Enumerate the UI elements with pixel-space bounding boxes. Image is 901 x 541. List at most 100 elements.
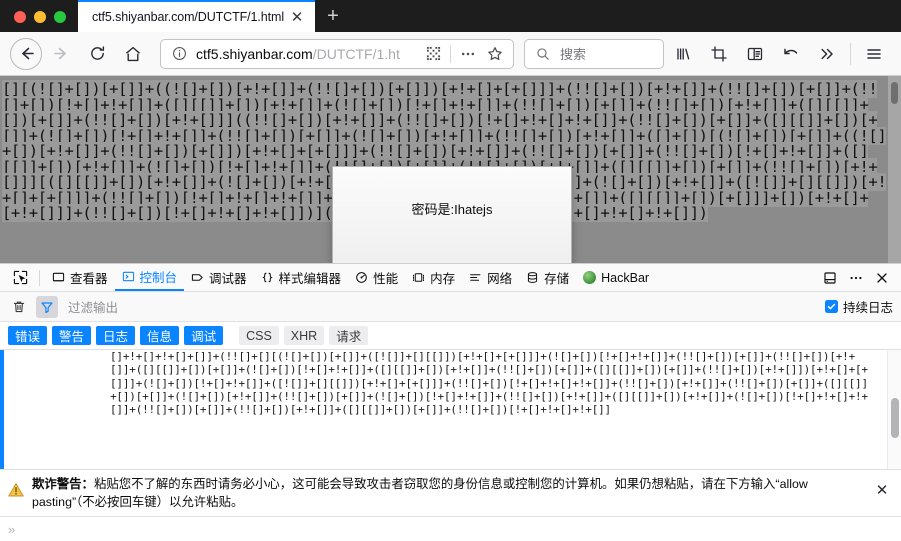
console-scrollbar[interactable] — [887, 350, 901, 469]
devtools-tab-inspector[interactable]: 查看器 — [45, 264, 115, 291]
tab-strip: ctf5.shiyanbar.com/DUTCTF/1.html ✕ + — [0, 0, 901, 32]
page-viewport: [][(![]+[])[+[]]+((![]+[])[+!+[]]+(!![]+… — [0, 76, 901, 263]
paste-warning-body: 粘贴您不了解的东西时请务必小心，这可能会导致攻击者窃取您的身份信息或控制您的计算… — [32, 477, 808, 509]
level-filter-xhr[interactable]: XHR — [283, 326, 325, 345]
overflow-chevron-double-right-icon[interactable] — [810, 37, 844, 71]
filter-icon[interactable] — [36, 295, 58, 318]
bookmark-star-icon[interactable] — [485, 44, 505, 64]
level-filter-log[interactable]: 日志 — [96, 326, 136, 345]
window-controls — [0, 11, 78, 32]
devtools-tab-performance[interactable]: 性能 — [348, 264, 405, 291]
page-actions-ellipsis-icon[interactable] — [458, 44, 478, 64]
level-filter-requests[interactable]: 请求 — [329, 326, 369, 345]
console-scrollbar-thumb[interactable] — [891, 398, 899, 438]
page-scrollbar-thumb[interactable] — [891, 82, 898, 104]
hackbar-icon — [583, 271, 597, 284]
devtools-tab-network[interactable]: 网络 — [462, 264, 519, 291]
paste-warning-prefix: 欺诈警告： — [32, 477, 94, 491]
console-filter-input[interactable]: 过滤输出 — [64, 297, 819, 316]
console-output: []+!+[]+!+[]+[]]+(!![]+[][(![]+[])[+[]]+… — [0, 350, 901, 470]
browser-tab-active[interactable]: ctf5.shiyanbar.com/DUTCTF/1.html ✕ — [78, 0, 315, 32]
console-log-message: []+!+[]+!+[]+[]]+(!![]+[][(![]+[])[+[]]+… — [110, 350, 868, 417]
persist-logs-checkbox[interactable] — [824, 300, 838, 313]
library-icon[interactable] — [666, 37, 700, 71]
url-path: /DUTCTF/1.ht — [312, 45, 400, 62]
devtools-tab-label: 存储 — [544, 272, 570, 286]
memory-icon — [412, 271, 425, 284]
urlbar-separator — [450, 44, 451, 63]
search-bar[interactable]: 搜索 — [524, 38, 664, 69]
search-icon — [533, 44, 553, 64]
qr-code-icon[interactable] — [423, 44, 443, 64]
browser-window: ctf5.shiyanbar.com/DUTCTF/1.html ✕ + ctf… — [0, 0, 901, 541]
devtools-tab-label: 内存 — [430, 272, 456, 286]
console-input-row[interactable]: » — [0, 517, 901, 541]
console-prompt-chevron-icon: » — [8, 521, 15, 537]
minimize-window-button[interactable] — [34, 11, 46, 23]
devtools-tab-hackbar[interactable]: HackBar — [576, 264, 656, 291]
devtools-tab-label: 控制台 — [139, 271, 178, 285]
warning-triangle-icon — [8, 475, 24, 501]
console-filter-bar: 过滤输出 持续日志 — [0, 292, 901, 322]
persist-logs-toggle[interactable]: 持续日志 — [824, 297, 893, 316]
hamburger-menu-icon[interactable] — [857, 37, 891, 71]
level-filter-debug[interactable]: 调试 — [184, 326, 224, 345]
maximize-window-button[interactable] — [54, 11, 66, 23]
paste-warning-close-icon[interactable]: ✕ — [871, 475, 893, 499]
devtools-ellipsis-icon[interactable] — [843, 265, 869, 291]
screenshot-crop-icon[interactable] — [702, 37, 736, 71]
reader-sidebar-icon[interactable] — [738, 37, 772, 71]
network-icon — [469, 271, 482, 284]
paste-warning-text: 欺诈警告：粘贴您不了解的东西时请务必小心，这可能会导致攻击者窃取您的身份信息或控… — [32, 475, 863, 511]
devtools-tab-label: 查看器 — [70, 272, 108, 286]
level-filter-warning[interactable]: 警告 — [52, 326, 92, 345]
devtools-panel: 查看器 控制台 调试器 样式编辑器 性能 内存 网络 存储 HackBar 过滤… — [0, 263, 901, 541]
devtools-tab-console[interactable]: 控制台 — [114, 264, 185, 291]
reload-button[interactable] — [80, 37, 114, 71]
devtools-tab-label: 性能 — [373, 272, 399, 286]
devtools-tab-bar: 查看器 控制台 调试器 样式编辑器 性能 内存 网络 存储 HackBar — [0, 264, 901, 292]
devtools-tab-label: 网络 — [487, 272, 513, 286]
close-window-button[interactable] — [14, 11, 26, 23]
performance-icon — [355, 271, 368, 284]
inspector-icon — [52, 271, 65, 284]
devtools-tab-memory[interactable]: 内存 — [405, 264, 462, 291]
tab-close-icon[interactable]: ✕ — [287, 7, 307, 27]
javascript-alert-dialog: 密码是:Ihatejs 确定 — [332, 166, 572, 263]
devtools-tab-storage[interactable]: 存储 — [519, 264, 576, 291]
element-picker-icon[interactable] — [6, 265, 34, 291]
page-scrollbar[interactable] — [888, 76, 901, 263]
home-button[interactable] — [116, 37, 150, 71]
devtools-tab-separator — [39, 269, 40, 286]
console-level-filters: 错误 警告 日志 信息 调试 CSS XHR 请求 — [0, 322, 901, 350]
new-tab-button[interactable]: + — [315, 0, 351, 32]
console-icon — [122, 270, 135, 283]
site-identity-info-icon[interactable] — [169, 44, 189, 64]
level-filter-css[interactable]: CSS — [239, 326, 279, 345]
debugger-icon — [191, 271, 204, 284]
trash-icon[interactable] — [8, 296, 30, 318]
storage-icon — [526, 271, 539, 284]
forward-button[interactable] — [44, 37, 78, 71]
address-bar[interactable]: ctf5.shiyanbar.com/DUTCTF/1.ht — [160, 38, 514, 69]
style-editor-icon — [261, 271, 274, 284]
level-filter-info[interactable]: 信息 — [140, 326, 180, 345]
devtools-close-icon[interactable] — [869, 265, 895, 291]
dock-bottom-icon[interactable] — [817, 265, 843, 291]
devtools-tab-label: 调试器 — [209, 272, 247, 286]
persist-logs-label: 持续日志 — [842, 301, 893, 315]
devtools-tab-label: 样式编辑器 — [278, 272, 342, 286]
url-domain: ctf5.shiyanbar.com — [196, 45, 313, 62]
level-filter-error[interactable]: 错误 — [8, 326, 48, 345]
devtools-tab-label: HackBar — [601, 270, 650, 285]
devtools-tab-style-editor[interactable]: 样式编辑器 — [254, 264, 349, 291]
url-display[interactable]: ctf5.shiyanbar.com/DUTCTF/1.ht — [196, 46, 416, 62]
tab-title: ctf5.shiyanbar.com/DUTCTF/1.html — [92, 10, 284, 24]
toolbar-separator — [850, 42, 851, 65]
devtools-tab-debugger[interactable]: 调试器 — [184, 264, 254, 291]
alert-message: 密码是:Ihatejs — [411, 201, 493, 217]
navigation-toolbar: ctf5.shiyanbar.com/DUTCTF/1.ht 搜索 — [0, 32, 901, 76]
paste-warning-notification: 欺诈警告：粘贴您不了解的东西时请务必小心，这可能会导致攻击者窃取您的身份信息或控… — [0, 470, 901, 517]
sync-undo-arrow-icon[interactable] — [774, 37, 808, 71]
back-button[interactable] — [10, 37, 42, 70]
